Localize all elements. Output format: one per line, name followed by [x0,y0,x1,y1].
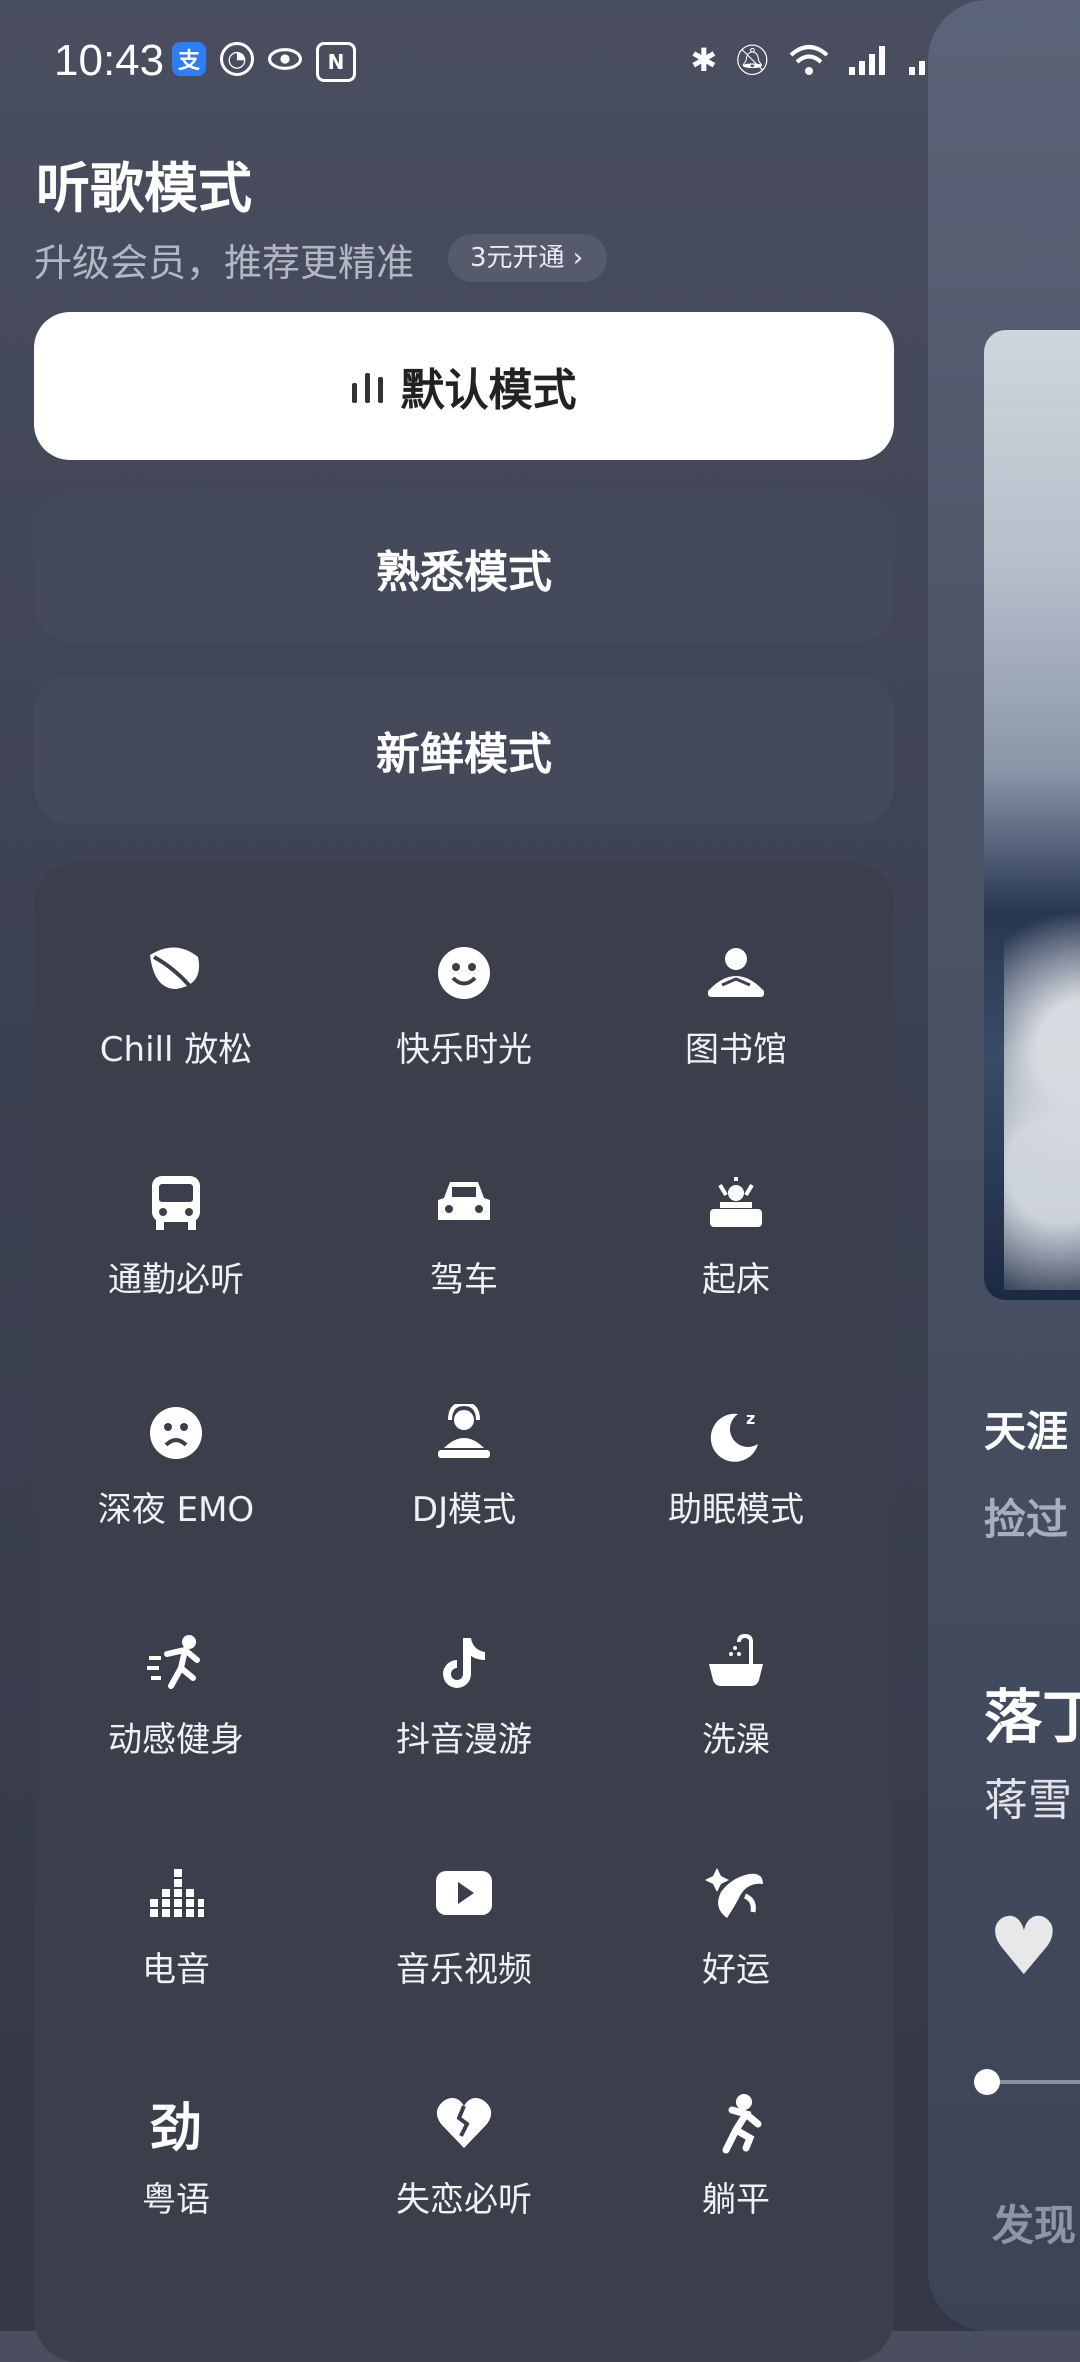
mode-default-button[interactable]: 默认模式 [34,312,894,460]
app-notification-icon: ◔ [220,42,254,76]
scene-lying-flat[interactable]: 躺平 [596,2092,876,2221]
scene-happy[interactable]: 快乐时光 [324,942,604,1071]
artist-name: 蒋雪 [984,1776,1072,1825]
tiktok-icon [324,1632,604,1694]
status-bar: 10:43 支 ◔ N ✱ 🔕︎ 77 ❧ [0,0,1080,120]
album-cover [984,330,1080,1300]
wifi-icon [789,45,829,75]
mute-bell-icon: 🔕︎ [733,42,772,78]
mode-default-label: 默认模式 [400,365,577,416]
car-icon [324,1172,604,1234]
scene-late-night-emo[interactable]: 深夜 EMO [36,1402,316,1531]
smiley-icon [324,942,604,1004]
moon-sleep-icon: z [596,1402,876,1464]
vip-open-button[interactable]: 3元开通 › [448,234,608,282]
scene-chill[interactable]: Chill 放松 [36,942,316,1071]
bathtub-icon [596,1632,876,1694]
scene-grid: Chill 放松 快乐时光 图书馆 通勤必听 驾车 起床 深夜 EMO DJ模式… [34,862,894,2362]
video-play-icon [324,1862,604,1924]
scene-dj[interactable]: DJ模式 [324,1402,604,1531]
vip-subtitle: 升级会员，推荐更精准 [34,241,415,285]
scene-library[interactable]: 图书馆 [596,942,876,1071]
scene-music-video[interactable]: 音乐视频 [324,1862,604,1991]
svg-text:z: z [746,1409,755,1428]
song-title: 落丁 [984,1685,1080,1750]
wake-up-icon [596,1172,876,1234]
scene-commute[interactable]: 通勤必听 [36,1172,316,1301]
scene-fitness[interactable]: 动感健身 [36,1632,316,1761]
scene-cantonese[interactable]: 劲 粤语 [36,2092,316,2221]
heart-icon[interactable]: ♥ [988,1900,1060,1993]
signal-icon [849,46,886,75]
lyric-line-1: 天涯 [984,1408,1069,1455]
alipay-icon: 支 [172,42,206,76]
bluetooth-icon: ✱ [690,41,718,79]
sad-face-icon [36,1402,316,1464]
mode-fresh-button[interactable]: 新鲜模式 [34,676,894,824]
dj-icon [324,1402,604,1464]
cantonese-icon: 劲 [149,2098,202,2159]
mode-familiar-label: 熟悉模式 [376,547,552,598]
lying-flat-icon [596,2092,876,2154]
scene-bath[interactable]: 洗澡 [596,1632,876,1761]
mode-fresh-label: 新鲜模式 [376,729,552,780]
bus-icon [36,1172,316,1234]
broken-heart-icon [324,2092,604,2154]
discover-tab[interactable]: 发现 [992,2192,1076,2253]
reader-icon [596,942,876,1004]
page-title: 听歌模式 [36,157,252,220]
nfc-icon: N [316,42,356,82]
running-icon [36,1632,316,1694]
status-time: 10:43 [54,36,165,85]
equalizer-icon [36,1862,316,1924]
scene-douyin[interactable]: 抖音漫游 [324,1632,604,1761]
scene-electronic[interactable]: 电音 [36,1862,316,1991]
scene-heartbreak[interactable]: 失恋必听 [324,2092,604,2221]
progress-bar[interactable] [974,2069,1080,2095]
leaf-icon [36,942,316,1004]
progress-knob[interactable] [974,2069,1000,2095]
lucky-icon [596,1862,876,1924]
scene-good-luck[interactable]: 好运 [596,1862,876,1991]
mode-familiar-button[interactable]: 熟悉模式 [34,494,894,642]
lyric-line-2: 捡过 [984,1496,1069,1543]
playing-indicator-icon [351,369,383,403]
scene-sleep[interactable]: z 助眠模式 [596,1402,876,1531]
eye-icon [268,42,302,76]
now-playing-panel[interactable]: 天涯 捡过 落丁 蒋雪 ♥ 发现 [928,0,1080,2331]
scene-wakeup[interactable]: 起床 [596,1172,876,1301]
scene-driving[interactable]: 驾车 [324,1172,604,1301]
